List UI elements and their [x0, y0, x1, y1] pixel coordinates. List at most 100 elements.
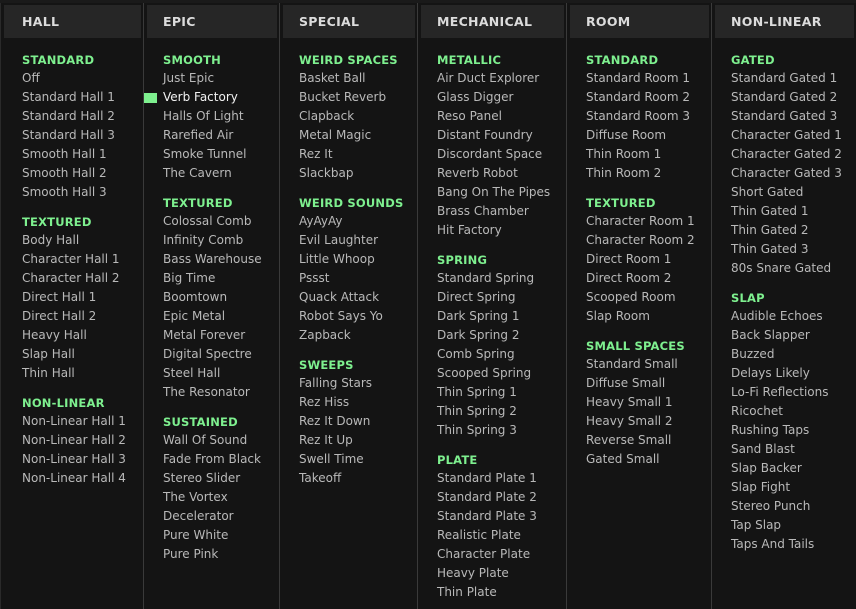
preset-item[interactable]: Thin Spring 3 — [437, 421, 566, 440]
preset-item[interactable]: Audible Echoes — [731, 307, 856, 326]
preset-item[interactable]: Pure Pink — [163, 545, 279, 564]
preset-item[interactable]: Brass Chamber — [437, 202, 566, 221]
preset-item[interactable]: Scooped Room — [586, 288, 711, 307]
preset-item[interactable]: Direct Hall 1 — [22, 288, 143, 307]
preset-item[interactable]: Evil Laughter — [299, 231, 417, 250]
preset-item[interactable]: Character Gated 1 — [731, 126, 856, 145]
preset-item[interactable]: Rez It Up — [299, 431, 417, 450]
preset-item[interactable]: Standard Plate 3 — [437, 507, 566, 526]
preset-item[interactable]: Infinity Comb — [163, 231, 279, 250]
preset-item[interactable]: Zapback — [299, 326, 417, 345]
preset-item[interactable]: Decelerator — [163, 507, 279, 526]
preset-item[interactable]: Big Time — [163, 269, 279, 288]
preset-item[interactable]: Slap Room — [586, 307, 711, 326]
preset-item[interactable]: Rushing Taps — [731, 421, 856, 440]
preset-item[interactable]: Character Hall 1 — [22, 250, 143, 269]
preset-item[interactable]: Non-Linear Hall 2 — [22, 431, 143, 450]
preset-item[interactable]: Smooth Hall 3 — [22, 183, 143, 202]
preset-item[interactable]: Direct Room 1 — [586, 250, 711, 269]
preset-item[interactable]: Stereo Slider — [163, 469, 279, 488]
preset-item[interactable]: Off — [22, 69, 143, 88]
preset-item[interactable]: Smoke Tunnel — [163, 145, 279, 164]
preset-item[interactable]: The Vortex — [163, 488, 279, 507]
preset-item[interactable]: Character Gated 2 — [731, 145, 856, 164]
preset-item[interactable]: Epic Metal — [163, 307, 279, 326]
preset-item[interactable]: Thin Spring 1 — [437, 383, 566, 402]
preset-item[interactable]: Reverse Small — [586, 431, 711, 450]
preset-item[interactable]: Comb Spring — [437, 345, 566, 364]
preset-item[interactable]: 80s Snare Gated — [731, 259, 856, 278]
preset-item[interactable]: Quack Attack — [299, 288, 417, 307]
preset-item[interactable]: Heavy Small 1 — [586, 393, 711, 412]
preset-item[interactable]: Heavy Plate — [437, 564, 566, 583]
preset-item[interactable]: Robot Says Yo — [299, 307, 417, 326]
preset-item[interactable]: Direct Hall 2 — [22, 307, 143, 326]
preset-item[interactable]: Standard Gated 1 — [731, 69, 856, 88]
preset-item[interactable]: Scooped Spring — [437, 364, 566, 383]
preset-item[interactable]: Halls Of Light — [163, 107, 279, 126]
preset-item[interactable]: Character Hall 2 — [22, 269, 143, 288]
preset-item[interactable]: Character Gated 3 — [731, 164, 856, 183]
preset-item[interactable]: Ricochet — [731, 402, 856, 421]
preset-item[interactable]: Boomtown — [163, 288, 279, 307]
preset-item[interactable]: Direct Spring — [437, 288, 566, 307]
preset-item[interactable]: Rarefied Air — [163, 126, 279, 145]
preset-item[interactable]: Standard Hall 3 — [22, 126, 143, 145]
preset-item[interactable]: Body Hall — [22, 231, 143, 250]
preset-item[interactable]: Heavy Small 2 — [586, 412, 711, 431]
preset-item[interactable]: Short Gated — [731, 183, 856, 202]
preset-item[interactable]: Basket Ball — [299, 69, 417, 88]
preset-item[interactable]: Glass Digger — [437, 88, 566, 107]
preset-item[interactable]: Heavy Hall — [22, 326, 143, 345]
preset-item[interactable]: Back Slapper — [731, 326, 856, 345]
preset-item[interactable]: Thin Room 2 — [586, 164, 711, 183]
preset-item[interactable]: Reverb Robot — [437, 164, 566, 183]
preset-item[interactable]: Standard Hall 2 — [22, 107, 143, 126]
preset-item[interactable]: Pure White — [163, 526, 279, 545]
preset-item[interactable]: Pssst — [299, 269, 417, 288]
preset-item[interactable]: Standard Plate 1 — [437, 469, 566, 488]
preset-item[interactable]: Character Room 2 — [586, 231, 711, 250]
preset-item[interactable]: Rez It — [299, 145, 417, 164]
preset-item[interactable]: Steel Hall — [163, 364, 279, 383]
preset-item[interactable]: Gated Small — [586, 450, 711, 469]
preset-item[interactable]: Character Plate — [437, 545, 566, 564]
preset-item[interactable]: Non-Linear Hall 1 — [22, 412, 143, 431]
preset-item[interactable]: Direct Room 2 — [586, 269, 711, 288]
preset-item[interactable]: Bucket Reverb — [299, 88, 417, 107]
preset-item[interactable]: Takeoff — [299, 469, 417, 488]
preset-item[interactable]: Bang On The Pipes — [437, 183, 566, 202]
preset-item[interactable]: Standard Spring — [437, 269, 566, 288]
preset-item[interactable]: Slap Hall — [22, 345, 143, 364]
preset-item[interactable]: Standard Hall 1 — [22, 88, 143, 107]
preset-item[interactable]: Standard Gated 3 — [731, 107, 856, 126]
preset-item[interactable]: Dark Spring 1 — [437, 307, 566, 326]
preset-item[interactable]: Standard Room 2 — [586, 88, 711, 107]
preset-item[interactable]: Slap Backer — [731, 459, 856, 478]
preset-item[interactable]: Delays Likely — [731, 364, 856, 383]
preset-item[interactable]: Hit Factory — [437, 221, 566, 240]
preset-item[interactable]: Thin Hall — [22, 364, 143, 383]
preset-item[interactable]: Dark Spring 2 — [437, 326, 566, 345]
preset-item[interactable]: Thin Spring 2 — [437, 402, 566, 421]
preset-item[interactable]: Rez Hiss — [299, 393, 417, 412]
preset-item[interactable]: Smooth Hall 1 — [22, 145, 143, 164]
preset-item[interactable]: Wall Of Sound — [163, 431, 279, 450]
preset-item[interactable]: Standard Small — [586, 355, 711, 374]
preset-item[interactable]: Just Epic — [163, 69, 279, 88]
preset-item[interactable]: Buzzed — [731, 345, 856, 364]
preset-item[interactable]: AyAyAy — [299, 212, 417, 231]
preset-item[interactable]: Non-Linear Hall 4 — [22, 469, 143, 488]
preset-item[interactable]: Colossal Comb — [163, 212, 279, 231]
preset-item[interactable]: The Resonator — [163, 383, 279, 402]
preset-item[interactable]: Thin Gated 1 — [731, 202, 856, 221]
preset-item[interactable]: Metal Forever — [163, 326, 279, 345]
preset-item[interactable]: Sand Blast — [731, 440, 856, 459]
preset-item[interactable]: Bass Warehouse — [163, 250, 279, 269]
preset-item[interactable]: Tap Slap — [731, 516, 856, 535]
preset-item[interactable]: Stereo Punch — [731, 497, 856, 516]
preset-item[interactable]: Clapback — [299, 107, 417, 126]
preset-item[interactable]: Smooth Hall 2 — [22, 164, 143, 183]
preset-item[interactable]: Discordant Space — [437, 145, 566, 164]
preset-item[interactable]: Standard Room 3 — [586, 107, 711, 126]
